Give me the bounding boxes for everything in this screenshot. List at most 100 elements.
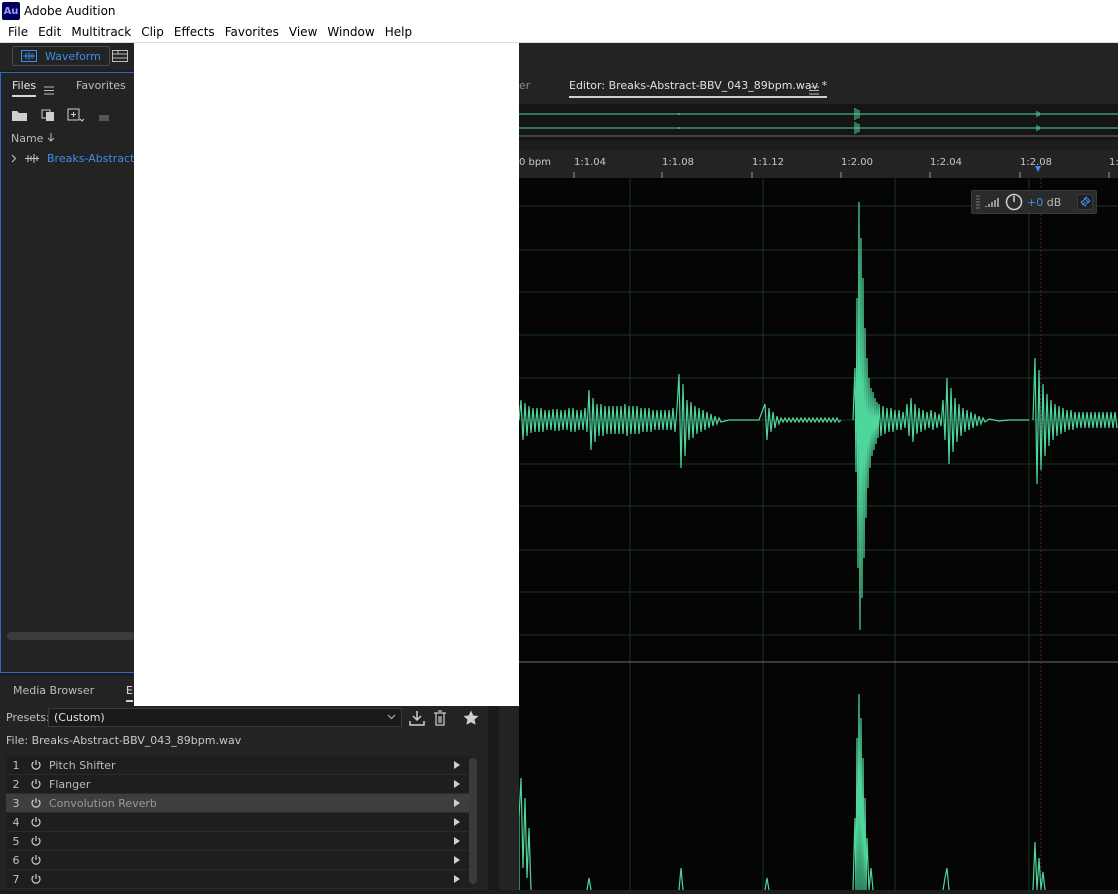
tab-media-browser[interactable]: Media Browser <box>13 684 94 697</box>
name-column-header[interactable]: Name <box>11 132 55 145</box>
effect-slot-7[interactable]: 7 <box>6 870 472 889</box>
audition-logo-icon: Au <box>2 2 20 20</box>
name-column-label: Name <box>11 132 44 145</box>
slot-effect-name: Pitch Shifter <box>49 758 116 772</box>
menu-file[interactable]: File <box>3 22 33 43</box>
waveform-view-button[interactable]: Waveform <box>12 46 110 66</box>
rack-file-label: File: Breaks-Abstract-BBV_043_89bpm.wav <box>6 734 242 747</box>
hud-gain-control[interactable]: +0 dB <box>971 190 1097 214</box>
insert-icon[interactable] <box>95 107 113 123</box>
slot-expand-arrow-icon[interactable] <box>454 818 460 826</box>
power-icon[interactable] <box>26 794 46 813</box>
window-title: Adobe Audition <box>24 4 116 18</box>
save-preset-icon[interactable] <box>408 709 426 727</box>
editor-tab-bar: er Editor: Breaks-Abstract-BBV_043_89bpm… <box>519 70 1118 104</box>
files-panel: Files Favorites Name Breaks-Abstract <box>0 72 136 673</box>
power-icon[interactable] <box>26 775 46 794</box>
gain-knob-icon[interactable] <box>1005 193 1023 211</box>
slot-number: 1 <box>12 758 20 772</box>
tab-files[interactable]: Files <box>12 79 37 97</box>
sort-down-icon <box>47 133 55 142</box>
expand-chevron-icon[interactable] <box>11 154 17 163</box>
overview-bar[interactable] <box>519 104 1118 140</box>
horizontal-scrollbar[interactable] <box>7 632 135 640</box>
slot-effect-name: Convolution Reverb <box>49 796 157 810</box>
menu-view[interactable]: View <box>284 22 322 43</box>
slot-expand-arrow-icon[interactable] <box>454 837 460 845</box>
effect-slot-1[interactable]: 1 Pitch Shifter <box>6 756 472 775</box>
power-icon[interactable] <box>26 832 46 851</box>
timeline-ruler[interactable]: 0 bpm 1:1.04 1:1.08 1:1.12 1:2.00 1:2.04… <box>519 150 1118 178</box>
effect-slot-2[interactable]: 2 Flanger <box>6 775 472 794</box>
pin-icon[interactable] <box>1077 194 1093 210</box>
audio-file-icon <box>25 154 39 163</box>
menu-effects[interactable]: Effects <box>169 22 220 43</box>
slot-number: 6 <box>12 853 20 867</box>
multitrack-icon <box>112 50 128 62</box>
slot-expand-arrow-icon[interactable] <box>454 856 460 864</box>
slot-number: 5 <box>12 834 20 848</box>
slot-number: 7 <box>12 872 20 886</box>
effect-slot-4[interactable]: 4 <box>6 813 472 832</box>
slot-number: 4 <box>12 815 20 829</box>
panel-divider[interactable] <box>488 676 499 890</box>
power-icon[interactable] <box>26 756 46 775</box>
files-toolbar <box>11 107 113 123</box>
tab-effects-rack[interactable]: E <box>126 684 133 702</box>
power-icon[interactable] <box>26 813 46 832</box>
gain-unit: dB <box>1046 195 1062 209</box>
waveform-icon <box>21 50 37 62</box>
slot-effect-name: Flanger <box>49 777 91 791</box>
effect-slot-3[interactable]: 3 Convolution Reverb <box>6 794 472 813</box>
multitrack-view-button[interactable] <box>112 47 132 65</box>
waveform-label: Waveform <box>45 49 101 63</box>
gain-value: +0 <box>1027 195 1044 209</box>
effect-slot-5[interactable]: 5 <box>6 832 472 851</box>
level-meter-icon <box>985 198 999 207</box>
delete-preset-icon[interactable] <box>431 709 449 727</box>
tab-editor[interactable]: Editor: Breaks-Abstract-BBV_043_89bpm.wa… <box>569 79 828 98</box>
blank-overlay-window <box>134 43 519 706</box>
menu-help[interactable]: Help <box>380 22 417 43</box>
effect-slot-6[interactable]: 6 <box>6 851 472 870</box>
menu-bar: File Edit Multitrack Clip Effects Favori… <box>0 22 1118 43</box>
slot-expand-arrow-icon[interactable] <box>454 761 460 769</box>
new-file-icon[interactable] <box>67 107 85 123</box>
file-name: Breaks-Abstract <box>47 152 135 165</box>
chevron-down-icon <box>387 709 396 726</box>
slot-number: 2 <box>12 777 20 791</box>
playhead-marker <box>1035 166 1041 172</box>
tab-mixer-partial[interactable]: er <box>519 79 530 92</box>
import-file-icon[interactable] <box>39 107 57 123</box>
presets-dropdown[interactable]: (Custom) <box>48 708 402 727</box>
slot-expand-arrow-icon[interactable] <box>454 780 460 788</box>
overview-waveform <box>519 108 1118 137</box>
menu-window[interactable]: Window <box>322 22 379 43</box>
waveform-display <box>518 178 1118 891</box>
file-list-item[interactable]: Breaks-Abstract <box>11 152 134 165</box>
menu-edit[interactable]: Edit <box>33 22 66 43</box>
power-icon[interactable] <box>26 851 46 870</box>
editor-panel-menu-icon[interactable] <box>809 80 819 99</box>
presets-value: (Custom) <box>54 711 105 724</box>
effects-rack-panel: Media Browser E Presets: (Custom) File: … <box>0 676 519 890</box>
open-folder-icon[interactable] <box>11 107 29 123</box>
presets-label: Presets: <box>6 711 50 724</box>
files-panel-menu-icon[interactable] <box>44 80 54 99</box>
menu-clip[interactable]: Clip <box>136 22 169 43</box>
ruler-ticks <box>573 166 1110 178</box>
menu-multitrack[interactable]: Multitrack <box>66 22 136 43</box>
favorite-star-icon[interactable] <box>462 709 480 727</box>
title-bar: Au Adobe Audition <box>0 0 1118 22</box>
slot-number: 3 <box>12 796 20 810</box>
gain-readout[interactable]: +0 dB <box>1027 196 1061 209</box>
drag-handle-icon[interactable] <box>975 194 981 210</box>
rack-vertical-scrollbar[interactable] <box>469 758 477 884</box>
waveform-canvas[interactable] <box>518 178 1118 891</box>
menu-favorites[interactable]: Favorites <box>220 22 284 43</box>
tab-favorites[interactable]: Favorites <box>76 79 126 92</box>
slot-expand-arrow-icon[interactable] <box>454 875 460 883</box>
slot-expand-arrow-icon[interactable] <box>454 799 460 807</box>
effects-rack-list: 1 Pitch Shifter 2 Flanger 3 Convolution … <box>6 756 472 889</box>
power-icon[interactable] <box>26 870 46 889</box>
